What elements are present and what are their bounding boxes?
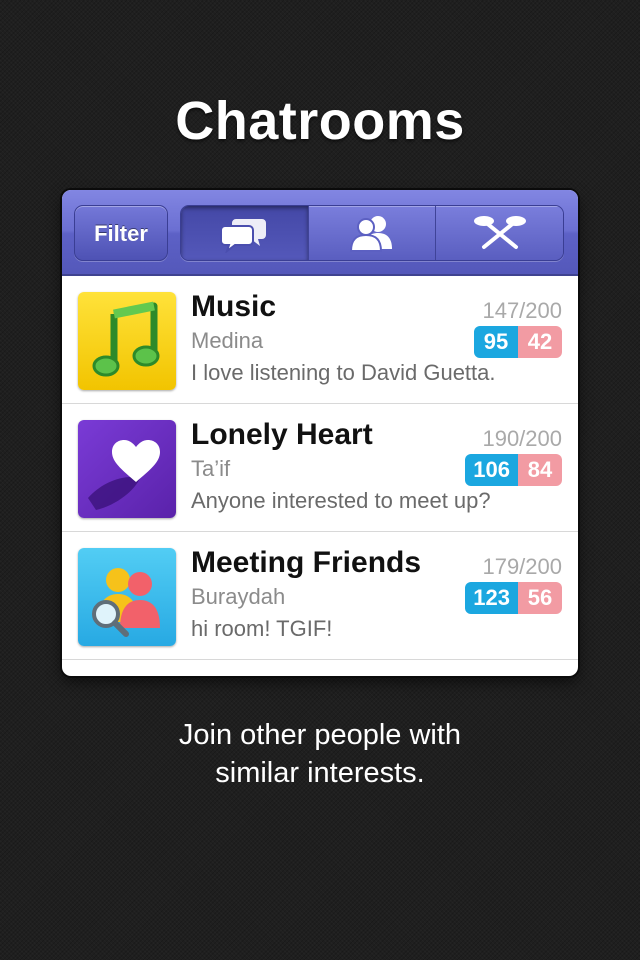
tab-gender[interactable] (435, 206, 563, 260)
page-title: Chatrooms (175, 91, 465, 151)
list-item[interactable]: Lonely Heart 190/200 Ta’if 106 84 Anyone… (62, 404, 578, 532)
room-name: Music (191, 290, 277, 323)
gender-badges: 106 84 (465, 454, 562, 486)
room-city: Medina (191, 328, 264, 353)
gender-badges: 123 56 (465, 582, 562, 614)
caption-line-1: Join other people with (178, 719, 462, 751)
male-count-badge: 106 (465, 454, 518, 486)
gender-badges: 95 42 (474, 326, 562, 358)
member-count: 190/200 (482, 426, 562, 451)
room-city: Ta’if (191, 456, 231, 481)
room-city: Buraydah (191, 584, 286, 609)
member-count: 179/200 (482, 554, 562, 579)
heart-icon (78, 420, 176, 518)
last-message: I love listening to David Guetta. (191, 360, 496, 385)
member-count: 147/200 (482, 298, 562, 323)
male-count-badge: 123 (465, 582, 518, 614)
tab-chatrooms[interactable] (181, 206, 308, 260)
room-name: Lonely Heart (191, 418, 373, 451)
view-segmented-control (180, 205, 564, 261)
female-count-badge: 56 (518, 582, 562, 614)
chatrooms-panel: Filter Music 147/200 Medina 95 42 I love… (62, 190, 578, 676)
caption: Join other people with similar interests… (0, 716, 640, 792)
list-item[interactable]: Meeting Friends 179/200 Buraydah 123 56 … (62, 532, 578, 660)
friends-search-icon (78, 548, 176, 646)
male-count-badge: 95 (474, 326, 518, 358)
chat-bubbles-icon (220, 213, 268, 253)
caption-line-2: similar interests. (215, 757, 425, 789)
tab-people[interactable] (307, 206, 436, 260)
toolbar: Filter (62, 190, 578, 276)
music-note-icon (78, 292, 176, 390)
female-count-badge: 42 (518, 326, 562, 358)
people-icon (346, 213, 398, 253)
list-item[interactable]: Music 147/200 Medina 95 42 I love listen… (62, 276, 578, 404)
filter-button[interactable]: Filter (74, 205, 168, 261)
last-message: Anyone interested to meet up? (191, 488, 491, 513)
female-count-badge: 84 (518, 454, 562, 486)
last-message: hi room! TGIF! (191, 616, 333, 641)
gender-symbols-icon (470, 213, 530, 253)
room-name: Meeting Friends (191, 546, 422, 579)
